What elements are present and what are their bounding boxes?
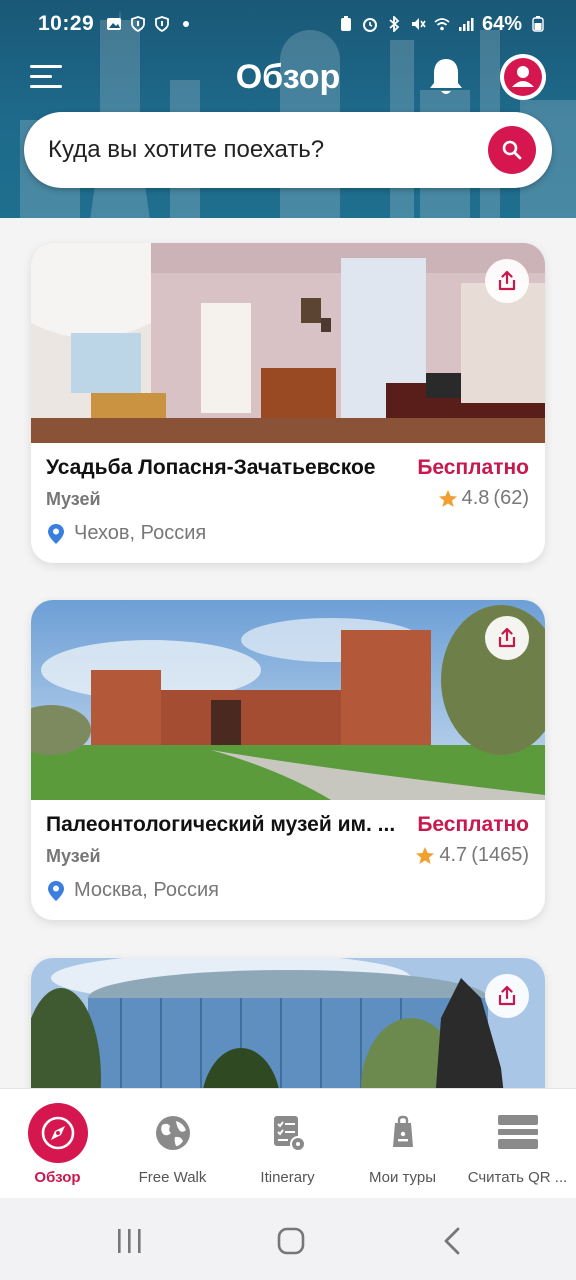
- star-icon: [438, 489, 457, 507]
- rating: 4.8 (62): [438, 487, 529, 510]
- share-icon: [498, 985, 516, 1006]
- nav-label: Считать QR ...: [467, 1169, 568, 1186]
- nav-label: Мои туры: [368, 1169, 437, 1186]
- alarm-icon: [362, 18, 377, 32]
- places-feed: Усадьба Лопасня-Зачатьевское Бесплатно М…: [0, 218, 576, 1088]
- bluetooth-icon: [389, 16, 400, 32]
- nav-tab-scan-qr[interactable]: Считать QR ...: [460, 1089, 575, 1199]
- recent-apps-icon[interactable]: [116, 1228, 144, 1254]
- shield-icon: [155, 16, 170, 32]
- place-location: Чехов, Россия: [48, 522, 206, 545]
- search-button[interactable]: [488, 126, 536, 174]
- nav-tab-itinerary[interactable]: Itinerary: [230, 1089, 345, 1199]
- shield-icon: [131, 16, 146, 32]
- page-title: Обзор: [235, 58, 341, 96]
- globe-icon: [155, 1116, 190, 1150]
- header: 10:29 64% Обзор: [0, 0, 576, 218]
- share-icon: [498, 270, 516, 291]
- place-location: Москва, Россия: [48, 879, 219, 902]
- compass-icon: [27, 1103, 88, 1163]
- nav-tab-my-tours[interactable]: Мои туры: [345, 1089, 460, 1199]
- bottom-navigation: Обзор Free Walk Itinerary Мои туры Счита…: [0, 1088, 576, 1198]
- place-photo: [31, 600, 545, 800]
- place-category: Музей: [46, 846, 101, 866]
- place-card[interactable]: Усадьба Лопасня-Зачатьевское Бесплатно М…: [31, 243, 545, 563]
- search-input[interactable]: [48, 136, 468, 164]
- star-icon: [416, 846, 435, 864]
- wifi-icon: [434, 18, 450, 31]
- back-icon[interactable]: [440, 1226, 464, 1256]
- dot-icon: [183, 21, 190, 27]
- signal-icon: [458, 18, 474, 31]
- nav-label: Free Walk: [138, 1169, 207, 1186]
- search-bar: [24, 112, 552, 188]
- search-icon: [502, 140, 522, 160]
- nav-tab-free-walk[interactable]: Free Walk: [115, 1089, 230, 1199]
- user-icon: [504, 58, 542, 96]
- profile-button[interactable]: [500, 54, 546, 100]
- share-button[interactable]: [485, 616, 529, 660]
- checklist-icon: [273, 1116, 306, 1152]
- home-icon[interactable]: [276, 1226, 306, 1256]
- top-bar: Обзор: [0, 50, 576, 106]
- share-button[interactable]: [485, 259, 529, 303]
- rating: 4.7 (1465): [415, 844, 529, 867]
- qr-scan-icon: [497, 1115, 538, 1149]
- place-title: Палеонтологический музей им. ...: [46, 813, 396, 836]
- battery-percent: 64%: [481, 12, 522, 35]
- price-label: Бесплатно: [417, 456, 529, 479]
- system-navigation-bar: [0, 1198, 576, 1280]
- battery-icon: [532, 16, 544, 32]
- review-count: (62): [493, 487, 529, 509]
- review-count: (1465): [471, 844, 529, 866]
- nav-label: Itinerary: [260, 1169, 315, 1186]
- location-pin-icon: [48, 523, 64, 544]
- share-button[interactable]: [485, 974, 529, 1018]
- price-label: Бесплатно: [417, 813, 529, 836]
- place-photo: [31, 958, 545, 1088]
- status-bar: 10:29 64%: [0, 0, 576, 48]
- place-card[interactable]: Палеонтологический музей им. ... Бесплат…: [31, 600, 545, 920]
- mute-icon: [411, 18, 426, 30]
- nav-tab-overview[interactable]: Обзор: [0, 1089, 115, 1199]
- bell-icon[interactable]: [428, 56, 464, 98]
- place-card[interactable]: [31, 958, 545, 1088]
- place-photo: [31, 243, 545, 443]
- nav-label: Обзор: [34, 1169, 81, 1186]
- rating-value: 4.8: [461, 487, 490, 509]
- bag-icon: [392, 1115, 413, 1147]
- status-time: 10:29: [38, 12, 95, 35]
- location-pin-icon: [48, 880, 64, 901]
- location-text: Чехов, Россия: [74, 522, 207, 544]
- place-title: Усадьба Лопасня-Зачатьевское: [46, 456, 376, 479]
- battery-saver-icon: [340, 16, 351, 31]
- gallery-notification-icon: [107, 18, 122, 30]
- share-icon: [498, 627, 516, 648]
- rating-value: 4.7: [439, 844, 468, 866]
- place-category: Музей: [46, 489, 101, 509]
- location-text: Москва, Россия: [74, 879, 219, 901]
